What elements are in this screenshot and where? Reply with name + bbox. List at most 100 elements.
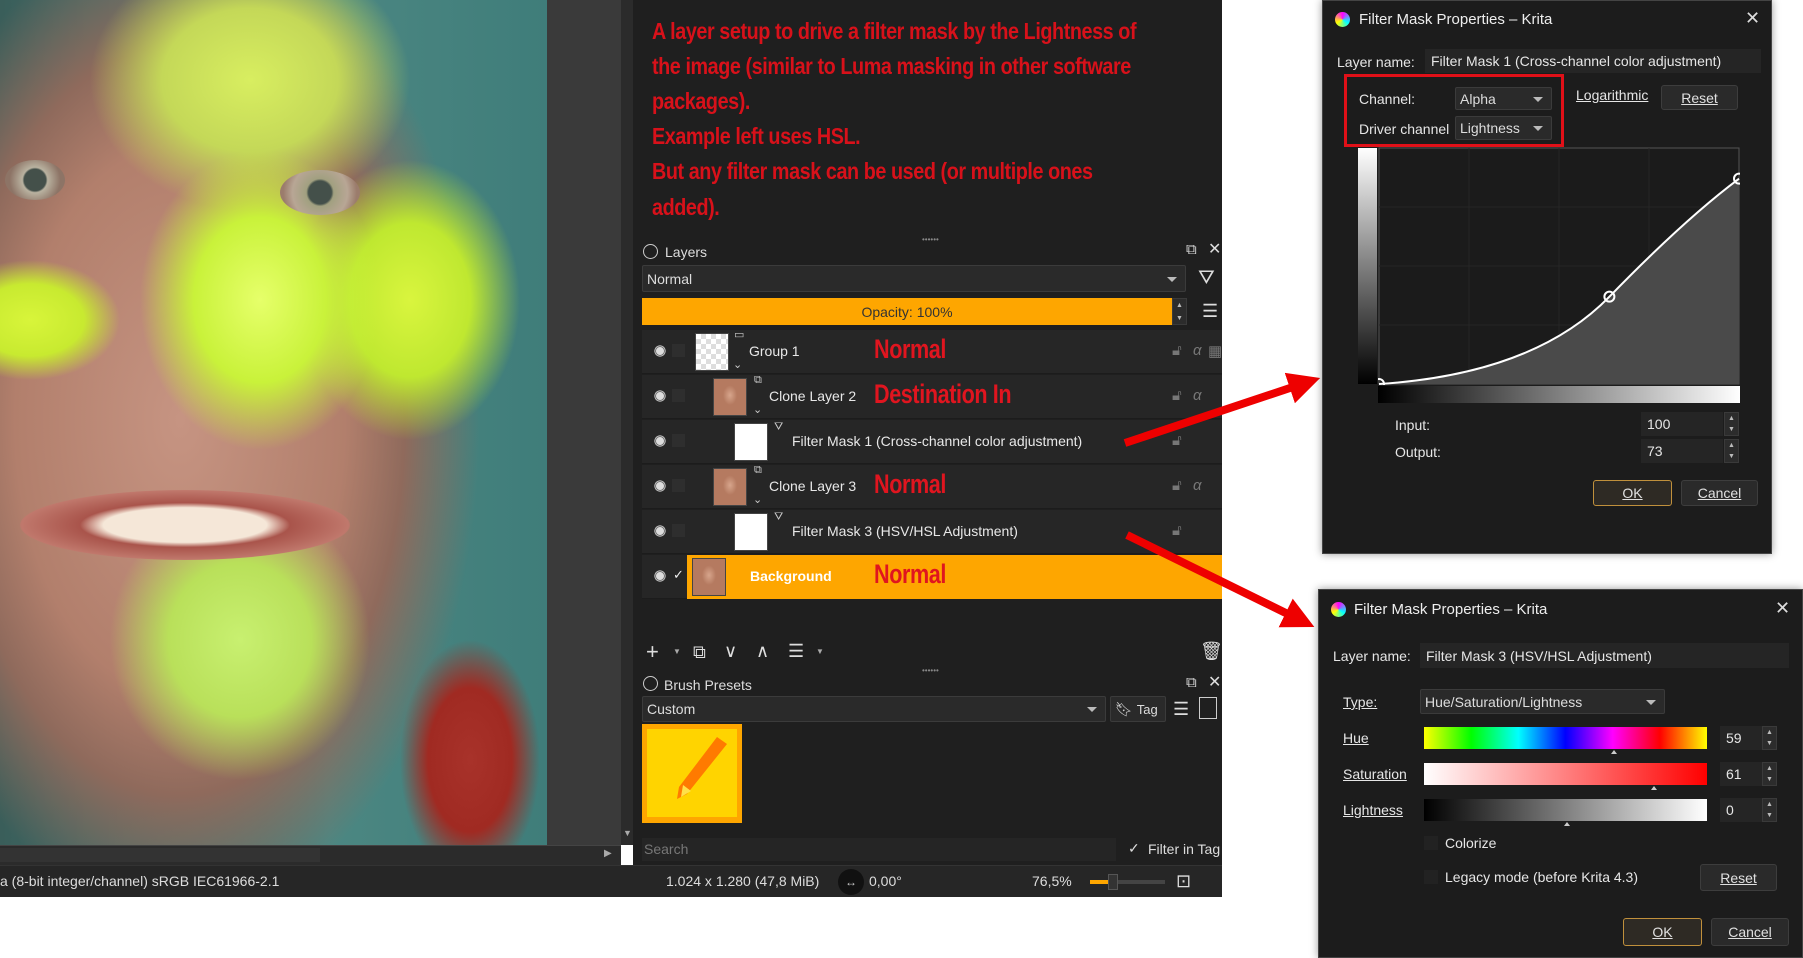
checkmark-icon[interactable]: ✓ [673,567,684,583]
layer-row-filter-mask-3[interactable]: ⛛ Filter Mask 3 (HSV/HSL Adjustment) 🔓︎ [642,510,1222,554]
filter-icon[interactable]: ⛛ [1198,268,1215,288]
blend-mode-select[interactable]: Normal [642,265,1186,292]
close-icon[interactable]: ✕ [1775,598,1790,619]
properties-dropdown-icon[interactable]: ▼ [816,648,824,656]
cancel-button[interactable]: Cancel [1711,918,1789,946]
view-list-icon[interactable]: ☰ [1173,700,1189,718]
ok-button[interactable]: OK [1623,918,1702,946]
lightness-slider-marker[interactable] [1564,822,1570,826]
info-icon[interactable] [1199,697,1217,719]
tag-button[interactable]: 🔖︎ Tag [1110,696,1166,722]
expand-chevron-icon[interactable]: ⌄ [753,405,762,416]
lightness-field[interactable]: 0 [1720,798,1762,822]
tag-select[interactable]: Custom [642,696,1106,722]
lightness-slider[interactable] [1424,799,1707,821]
float-docker-icon[interactable]: ⧉ [1186,675,1197,690]
layer-checkbox[interactable] [672,434,685,447]
move-down-icon[interactable]: ∨ [724,642,737,660]
layer-row-group-1[interactable]: ▭ ⌄ Group 1 Normal 🔓︎ α ▦ [642,330,1222,374]
logarithmic-toggle[interactable]: Logarithmic [1576,87,1648,103]
legacy-mode-checkbox[interactable] [1424,870,1438,884]
visibility-eye-icon[interactable] [652,479,668,493]
zoom-slider-handle[interactable] [1108,874,1118,890]
opacity-spinner[interactable]: ▲ ▼ [1172,298,1187,325]
output-field[interactable]: 73 [1641,439,1723,463]
saturation-field[interactable]: 61 [1720,762,1762,786]
layer-row-filter-mask-1[interactable]: ⛛ Filter Mask 1 (Cross-channel color adj… [642,420,1222,464]
input-field[interactable]: 100 [1641,412,1723,436]
lock-icon[interactable]: 🔓︎ [1172,522,1182,539]
filter-in-tag-checkbox[interactable]: ✓ [1128,840,1140,857]
layer-row-background[interactable]: ✓ Background Normal [642,555,1222,599]
expand-chevron-icon[interactable]: ⌄ [753,495,762,506]
lock-icon[interactable]: 🔓︎ [1172,477,1182,494]
alpha-lock-icon[interactable]: α [1193,342,1202,359]
vertical-scrollbar[interactable]: ▼ [621,0,633,845]
saturation-spinner[interactable]: ▲ ▼ [1762,762,1777,786]
layer-row-clone-layer-2[interactable]: ⧉ ⌄ Clone Layer 2 Destination In 🔓︎ α [642,375,1222,419]
splitter-handle[interactable]: •••••• [922,235,939,244]
lock-docker-icon[interactable] [643,676,658,691]
saturation-slider-marker[interactable] [1651,786,1657,790]
layer-menu-icon[interactable]: ☰ [1202,302,1218,320]
output-spinner[interactable]: ▲ ▼ [1724,439,1739,463]
layer-checkbox[interactable] [672,389,685,402]
reset-button[interactable]: Reset [1661,85,1738,110]
close-docker-icon[interactable]: ✕ [1208,242,1221,258]
horizontal-scrollbar[interactable]: ▶ [0,845,621,865]
move-up-icon[interactable]: ∧ [756,642,769,660]
hue-slider-marker[interactable] [1611,750,1617,754]
layer-checkbox[interactable] [672,479,685,492]
opacity-slider[interactable]: Opacity: 100% [642,298,1172,325]
duplicate-layer-icon[interactable]: ⧉ [693,643,706,661]
close-docker-icon[interactable]: ✕ [1208,675,1221,691]
layer-name-input[interactable]: Filter Mask 1 (Cross-channel color adjus… [1425,49,1761,73]
visibility-eye-icon[interactable] [652,524,668,538]
colorize-checkbox[interactable] [1424,836,1438,850]
float-docker-icon[interactable]: ⧉ [1186,242,1197,257]
layer-checkbox[interactable] [672,524,685,537]
hue-field[interactable]: 59 [1720,726,1762,750]
channel-select[interactable]: Alpha [1455,87,1552,110]
visibility-eye-icon[interactable] [652,389,668,403]
reset-button[interactable]: Reset [1700,864,1777,891]
zoom-slider[interactable] [1090,874,1165,890]
hue-spinner[interactable]: ▲ ▼ [1762,726,1777,750]
scroll-thumb[interactable] [0,848,320,862]
ok-button[interactable]: OK [1593,480,1672,506]
trash-icon[interactable]: 🗑︎ [1200,642,1223,660]
input-spinner[interactable]: ▲ ▼ [1724,412,1739,436]
cancel-button[interactable]: Cancel [1681,480,1758,506]
layer-name-input[interactable]: Filter Mask 3 (HSV/HSL Adjustment) [1420,643,1789,668]
layer-checkbox[interactable] [672,344,685,357]
lock-icon[interactable]: 🔓︎ [1172,342,1182,359]
add-layer-dropdown-icon[interactable]: ▼ [673,648,681,656]
image-canvas[interactable] [0,0,547,845]
brush-preset-thumbnail[interactable] [642,724,742,823]
alpha-lock-icon[interactable]: α [1193,477,1202,494]
expand-chevron-icon[interactable]: ⌄ [733,360,742,371]
lock-icon[interactable]: 🔓︎ [1172,387,1182,404]
visibility-eye-icon[interactable] [652,434,668,448]
curve-editor[interactable] [1378,147,1740,385]
visibility-eye-icon[interactable] [652,569,668,583]
layer-row-clone-layer-3[interactable]: ⧉ ⌄ Clone Layer 3 Normal 🔓︎ α [642,465,1222,509]
lightness-spinner[interactable]: ▲ ▼ [1762,798,1777,822]
type-select[interactable]: Hue/Saturation/Lightness [1420,689,1665,714]
lock-icon[interactable]: 🔓︎ [1172,432,1182,449]
rotation-icon[interactable]: ↔ [838,869,864,895]
scroll-right-icon[interactable]: ▶ [604,848,612,859]
driver-channel-select[interactable]: Lightness [1455,116,1552,140]
alpha-lock-icon[interactable]: α [1193,387,1202,404]
add-layer-icon[interactable]: + [646,641,659,663]
splitter-handle[interactable]: •••••• [922,666,939,675]
hue-slider[interactable] [1424,727,1707,749]
brush-search-input[interactable]: Search [642,838,1116,861]
layer-properties-icon[interactable]: ☰ [788,642,804,660]
fit-to-screen-icon[interactable]: ⊡ [1176,872,1191,890]
saturation-slider[interactable] [1424,763,1707,785]
scroll-down-icon[interactable]: ▼ [623,828,632,838]
lock-docker-icon[interactable] [643,244,658,259]
visibility-eye-icon[interactable] [652,344,668,358]
close-icon[interactable]: ✕ [1745,8,1760,29]
